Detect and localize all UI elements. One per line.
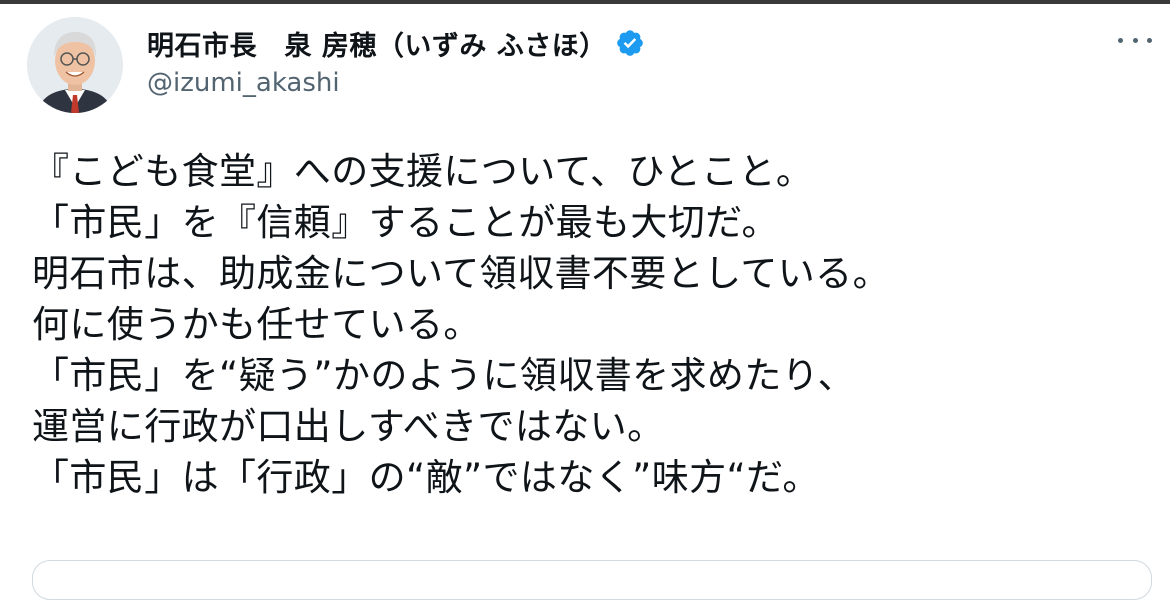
tweet-line: 「市民」を“疑う”かのように領収書を求めたり、: [32, 354, 856, 397]
tweet-card: 明石市長 泉 房穂（いずみ ふさほ） @izumi_akashi 『こども食堂』…: [0, 4, 1170, 600]
dot: [1132, 37, 1138, 43]
author-name-row[interactable]: 明石市長 泉 房穂（いずみ ふさほ）: [147, 24, 645, 63]
tweet-line: 何に使うかも任せている。: [32, 303, 481, 346]
dot: [1147, 37, 1152, 43]
ellipsis-icon[interactable]: [1118, 30, 1152, 50]
quoted-card-edge[interactable]: [32, 560, 1152, 600]
verified-badge-icon: [615, 28, 645, 58]
tweet-line: 「市民」は「行政」の“敵”ではなく”味方“だ。: [32, 456, 820, 499]
tweet-line: 運営に行政が口出しすべきではない。: [32, 405, 665, 448]
tweet-text: 『こども食堂』への支援について、ひとこと。 「市民」を『信頼』することが最も大切…: [32, 146, 1142, 503]
tweet-line: 明石市は、助成金について領収書不要としている。: [32, 252, 890, 295]
profile-photo-icon: [27, 17, 123, 113]
author-display-name[interactable]: 明石市長 泉 房穂（いずみ ふさほ）: [147, 24, 607, 63]
author-handle[interactable]: @izumi_akashi: [147, 68, 340, 98]
avatar[interactable]: [27, 17, 123, 113]
dot: [1118, 37, 1123, 43]
tweet-line: 「市民」を『信頼』することが最も大切だ。: [32, 201, 779, 244]
tweet-line: 『こども食堂』への支援について、ひとこと。: [32, 150, 814, 193]
